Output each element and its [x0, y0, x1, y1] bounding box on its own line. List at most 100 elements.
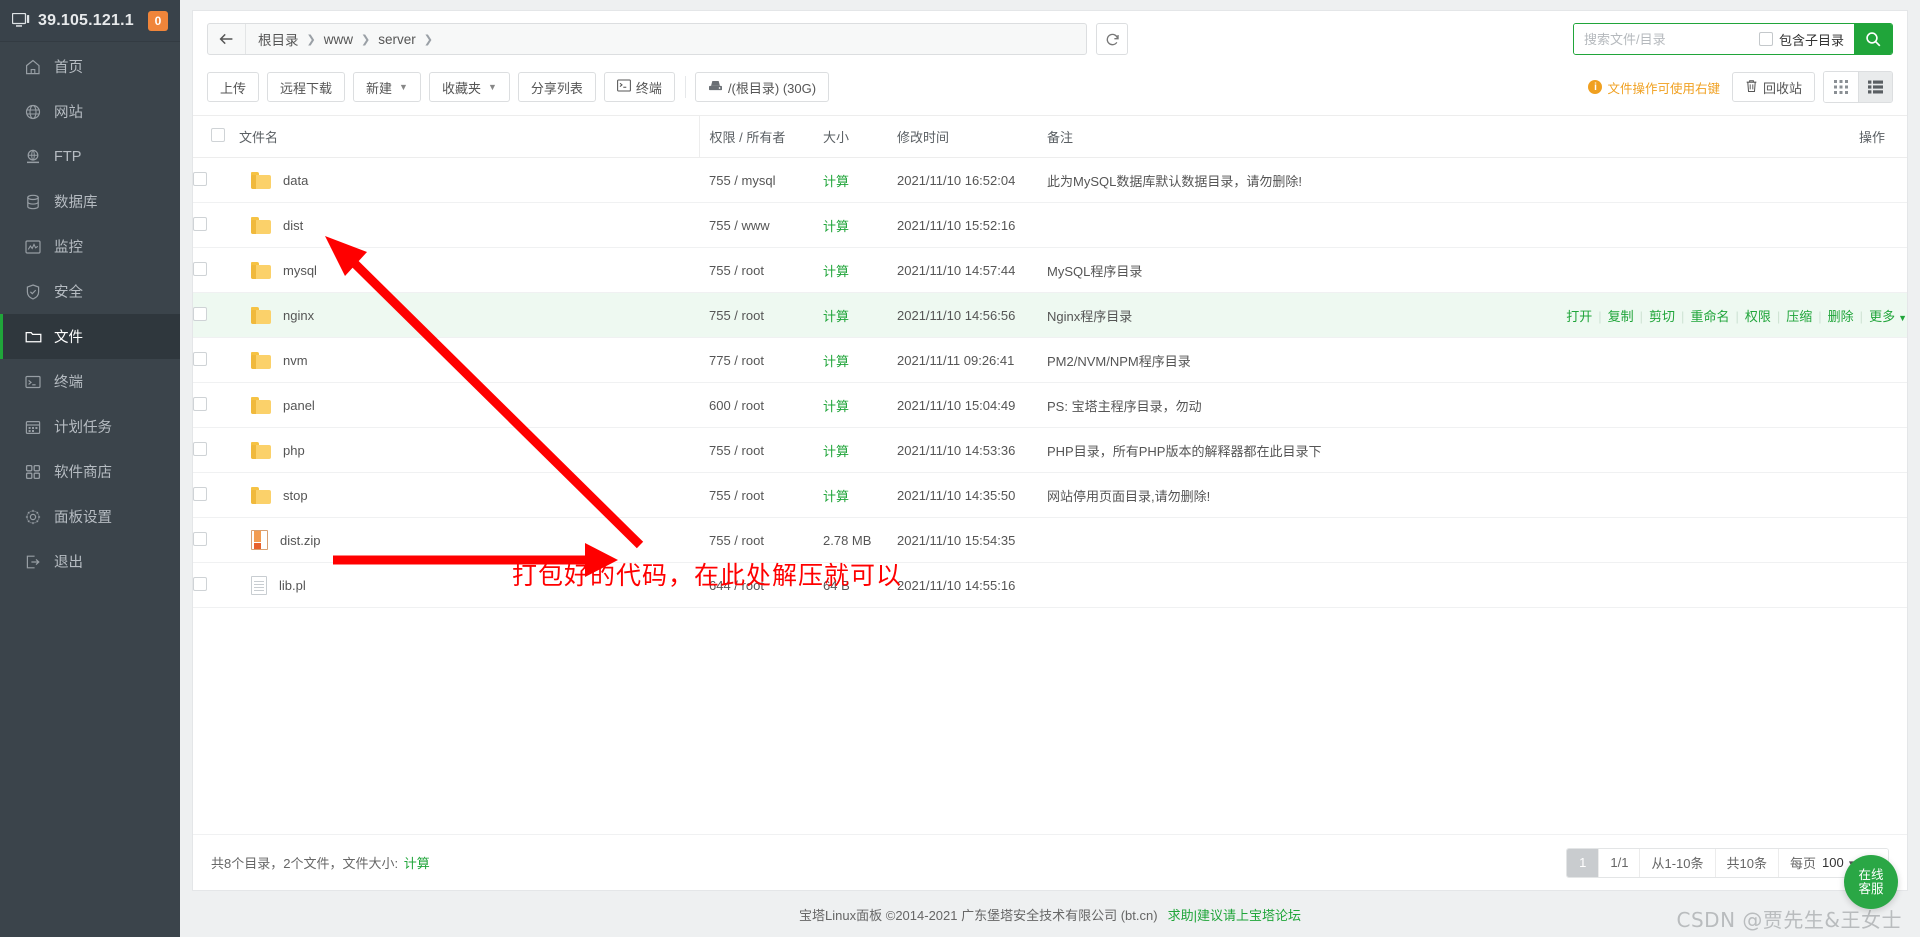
- online-support-button[interactable]: 在线 客服: [1844, 855, 1898, 909]
- sidebar-item-ftp[interactable]: FTP: [0, 134, 180, 179]
- back-button[interactable]: [208, 24, 246, 54]
- include-subdir-checkbox[interactable]: [1758, 32, 1773, 46]
- permission-cell[interactable]: 755 / mysql: [699, 157, 819, 203]
- table-row[interactable]: panel 600 / root 计算 2021/11/10 15:04:49 PS: …: [193, 382, 1907, 428]
- note-cell[interactable]: [1047, 202, 1487, 248]
- permission-cell[interactable]: 755 / www: [699, 202, 819, 248]
- note-cell[interactable]: PM2/NVM/NPM程序目录: [1047, 337, 1487, 383]
- refresh-button[interactable]: [1096, 23, 1128, 55]
- permission-cell[interactable]: 755 / root: [699, 517, 819, 563]
- row-checkbox[interactable]: [193, 576, 207, 591]
- notification-badge[interactable]: 0: [148, 10, 168, 31]
- row-checkbox[interactable]: [193, 171, 207, 186]
- row-checkbox[interactable]: [193, 216, 207, 231]
- row-checkbox[interactable]: [193, 486, 207, 501]
- calc-size-link[interactable]: 计算: [823, 444, 849, 459]
- row-checkbox[interactable]: [193, 441, 207, 456]
- calc-size-link[interactable]: 计算: [823, 219, 849, 234]
- sidebar-item-database[interactable]: 数据库: [0, 179, 180, 224]
- permission-cell[interactable]: 755 / root: [699, 247, 819, 293]
- row-op-delete[interactable]: 删除: [1828, 309, 1854, 324]
- note-cell[interactable]: [1047, 517, 1487, 563]
- sidebar-item-website[interactable]: 网站: [0, 89, 180, 134]
- share-list-button[interactable]: 分享列表: [517, 72, 596, 102]
- row-op-more[interactable]: 更多 ▼: [1869, 309, 1907, 324]
- sidebar-item-terminal[interactable]: 终端: [0, 359, 180, 404]
- upload-button[interactable]: 上传: [207, 72, 260, 102]
- file-name-link[interactable]: dist: [283, 218, 303, 233]
- row-op-open[interactable]: 打开: [1566, 309, 1592, 324]
- recycle-bin-button[interactable]: 回收站: [1731, 72, 1815, 102]
- remote-download-button[interactable]: 远程下载: [267, 72, 346, 102]
- sidebar-item-crontab[interactable]: 计划任务: [0, 404, 180, 449]
- terminal-button[interactable]: 终端: [603, 72, 675, 102]
- row-op-compress[interactable]: 压缩: [1786, 309, 1812, 324]
- file-name-link[interactable]: php: [283, 443, 305, 458]
- permission-cell[interactable]: 755 / root: [699, 427, 819, 473]
- table-row[interactable]: lib.pl 644 / root 64 B 2021/11/10 14:55:16: [193, 562, 1907, 608]
- row-checkbox[interactable]: [193, 531, 207, 546]
- sidebar-item-settings[interactable]: 面板设置: [0, 494, 180, 539]
- calc-size-link[interactable]: 计算: [823, 309, 849, 324]
- file-name-link[interactable]: nvm: [283, 353, 308, 368]
- row-checkbox[interactable]: [193, 306, 207, 321]
- sidebar-item-app-store[interactable]: 软件商店: [0, 449, 180, 494]
- file-name-link[interactable]: nginx: [283, 308, 314, 323]
- file-name-link[interactable]: data: [283, 173, 308, 188]
- sidebar-item-logout[interactable]: 退出: [0, 539, 180, 584]
- search-button[interactable]: [1854, 24, 1892, 54]
- row-checkbox[interactable]: [193, 261, 207, 276]
- favorites-button[interactable]: 收藏夹 ▼: [428, 72, 510, 102]
- forum-link[interactable]: 求助|建议请上宝塔论坛: [1168, 905, 1301, 924]
- breadcrumb-item-www[interactable]: www: [324, 32, 353, 47]
- calc-size-link[interactable]: 计算: [823, 354, 849, 369]
- breadcrumb-item-root[interactable]: 根目录: [258, 29, 299, 49]
- sidebar-item-files[interactable]: 文件: [0, 314, 180, 359]
- disk-usage-button[interactable]: /(根目录) (30G): [694, 72, 830, 102]
- table-row[interactable]: nginx 755 / root 计算 2021/11/10 14:56:56 Ngin…: [193, 292, 1907, 338]
- select-all-checkbox[interactable]: [211, 128, 225, 142]
- table-row[interactable]: dist.zip 755 / root 2.78 MB 2021/11/10 15:5…: [193, 517, 1907, 563]
- table-row[interactable]: mysql 755 / root 计算 2021/11/10 14:57:44 MySQ…: [193, 247, 1907, 293]
- calc-total-size-link[interactable]: 计算: [404, 856, 430, 871]
- file-name-link[interactable]: lib.pl: [279, 578, 306, 593]
- sidebar-item-home[interactable]: 首页: [0, 44, 180, 89]
- file-name-link[interactable]: dist.zip: [280, 533, 320, 548]
- permission-cell[interactable]: 600 / root: [699, 382, 819, 428]
- permission-cell[interactable]: 755 / root: [699, 292, 819, 338]
- note-cell[interactable]: MySQL程序目录: [1047, 247, 1487, 293]
- row-op-permission[interactable]: 权限: [1745, 309, 1771, 324]
- calc-size-link[interactable]: 计算: [823, 264, 849, 279]
- new-button[interactable]: 新建 ▼: [353, 72, 421, 102]
- grid-view-button[interactable]: [1824, 72, 1858, 102]
- note-cell[interactable]: [1047, 562, 1487, 608]
- file-name-link[interactable]: mysql: [283, 263, 317, 278]
- search-input[interactable]: [1573, 24, 1759, 54]
- note-cell[interactable]: PHP目录，所有PHP版本的解释器都在此目录下: [1047, 427, 1487, 473]
- breadcrumb-item-server[interactable]: server: [378, 32, 416, 47]
- permission-cell[interactable]: 644 / root: [699, 562, 819, 608]
- table-row[interactable]: nvm 775 / root 计算 2021/11/11 09:26:41 PM2/NV…: [193, 337, 1907, 383]
- table-row[interactable]: dist 755 / www 计算 2021/11/10 15:52:16: [193, 202, 1907, 248]
- header-modified-time[interactable]: 修改时间: [897, 115, 1047, 158]
- sidebar-item-security[interactable]: 安全: [0, 269, 180, 314]
- list-view-button[interactable]: [1858, 72, 1892, 102]
- note-cell[interactable]: PS: 宝塔主程序目录，勿动: [1047, 382, 1487, 428]
- table-row[interactable]: data 755 / mysql 计算 2021/11/10 16:52:04 此为My…: [193, 157, 1907, 203]
- calc-size-link[interactable]: 计算: [823, 174, 849, 189]
- header-size[interactable]: 大小: [819, 115, 897, 158]
- sidebar-item-monitor[interactable]: 监控: [0, 224, 180, 269]
- table-row[interactable]: php 755 / root 计算 2021/11/10 14:53:36 PHP目录，…: [193, 427, 1907, 473]
- row-op-copy[interactable]: 复制: [1608, 309, 1634, 324]
- note-cell[interactable]: 网站停用页面目录,请勿删除!: [1047, 472, 1487, 518]
- note-cell[interactable]: 此为MySQL数据库默认数据目录，请勿删除!: [1047, 157, 1487, 203]
- row-op-cut[interactable]: 剪切: [1649, 309, 1675, 324]
- permission-cell[interactable]: 775 / root: [699, 337, 819, 383]
- file-name-link[interactable]: stop: [283, 488, 308, 503]
- note-cell[interactable]: Nginx程序目录: [1047, 292, 1487, 338]
- header-permission[interactable]: 权限 / 所有者: [698, 115, 819, 158]
- row-checkbox[interactable]: [193, 351, 207, 366]
- include-subdir-toggle[interactable]: 包含子目录: [1758, 30, 1854, 49]
- table-row[interactable]: stop 755 / root 计算 2021/11/10 14:35:50 网站停用页…: [193, 472, 1907, 518]
- header-filename[interactable]: 文件名: [239, 115, 699, 158]
